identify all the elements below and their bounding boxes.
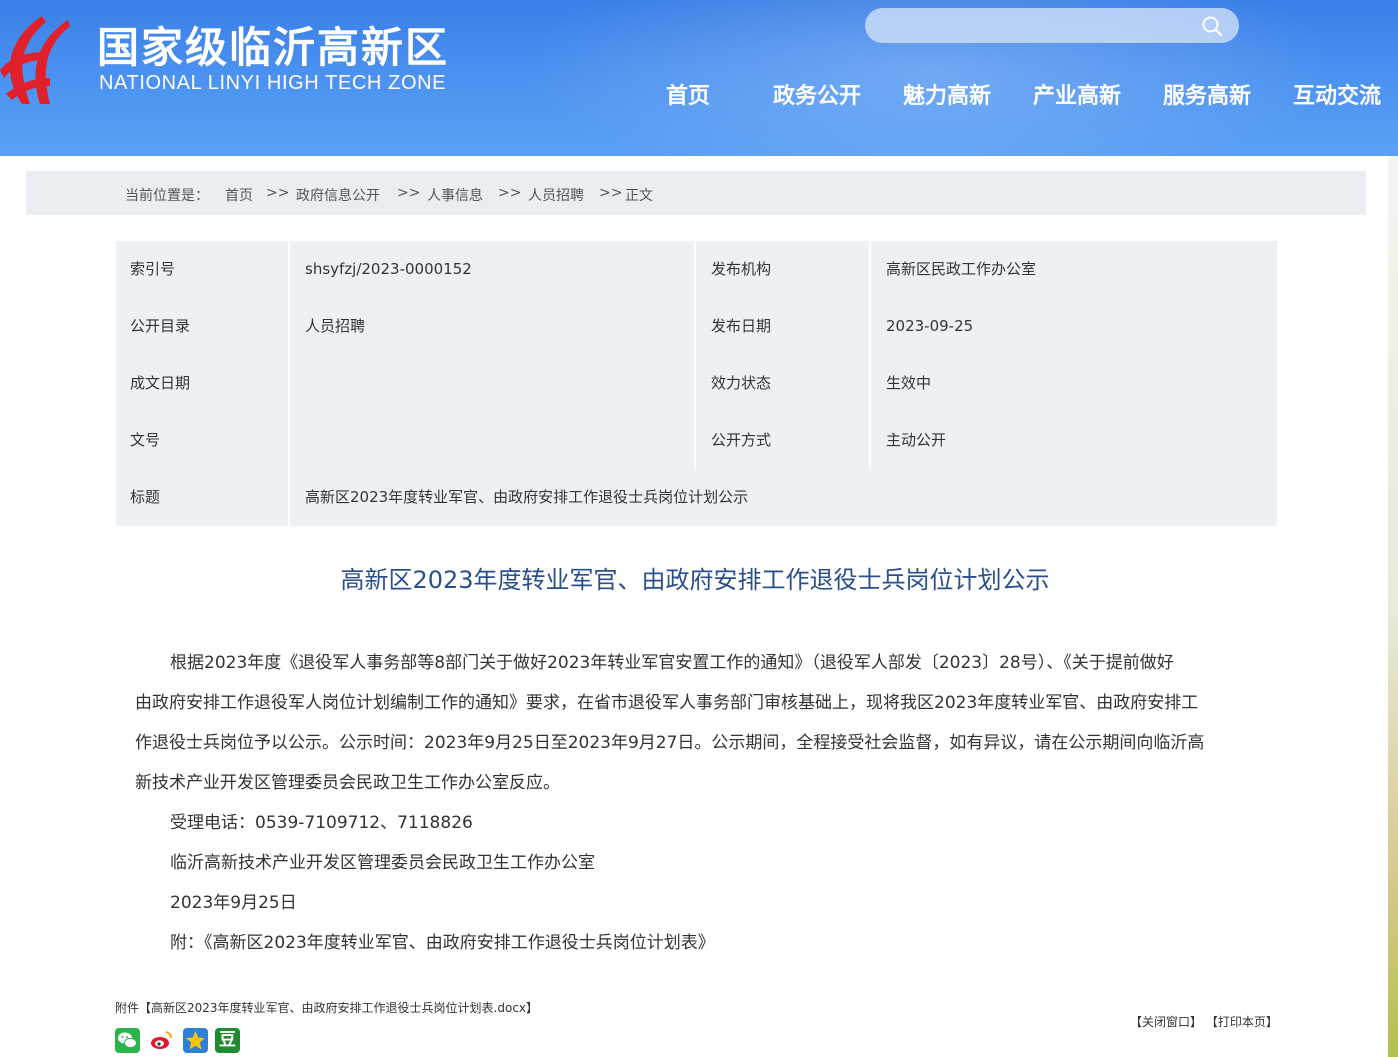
- meta-key: 效力状态: [696, 355, 871, 412]
- douban-icon[interactable]: 豆: [215, 1028, 240, 1053]
- nav-charm[interactable]: 魅力高新: [903, 78, 991, 110]
- contact-phone: 受理电话：0539-7109712、7118826: [170, 813, 473, 833]
- meta-value: 高新区民政工作办公室: [871, 241, 1277, 298]
- meta-key: 公开方式: [696, 412, 871, 469]
- nav-services[interactable]: 服务高新: [1163, 78, 1251, 110]
- nav-interaction[interactable]: 互动交流: [1293, 78, 1381, 110]
- attachment: 附件【高新区2023年度转业军官、由政府安排工作退役士兵岗位计划表.docx】: [115, 999, 538, 1016]
- page-actions: 【关闭窗口】 【打印本页】: [1130, 1013, 1278, 1030]
- meta-key: 标题: [116, 469, 290, 526]
- breadcrumb-current: 正文: [625, 188, 653, 204]
- main-nav: 首页 政务公开 魅力高新 产业高新 服务高新 互动交流: [0, 78, 1398, 112]
- article-title: 高新区2023年度转业军官、由政府安排工作退役士兵岗位计划公示: [340, 566, 1050, 594]
- meta-key: 成文日期: [116, 355, 290, 412]
- breadcrumb-home[interactable]: 首页: [225, 185, 253, 205]
- meta-key: 公开目录: [116, 298, 290, 355]
- appendix-note: 附：《高新区2023年度转业军官、由政府安排工作退役士兵岗位计划表》: [170, 933, 715, 953]
- meta-value: 主动公开: [871, 412, 1277, 469]
- body-line: 根据2023年度《退役军人事务部等8部门关于做好2023年转业军官安置工作的通知…: [170, 653, 1174, 673]
- nav-home[interactable]: 首页: [666, 78, 710, 110]
- meta-value: 2023-09-25: [871, 298, 1277, 355]
- meta-key: 发布机构: [696, 241, 871, 298]
- weibo-icon[interactable]: [149, 1028, 174, 1053]
- site-title: 国家级临沂高新区: [97, 23, 450, 72]
- table-row: 索引号 shsyfzj/2023-0000152 发布机构 高新区民政工作办公室: [116, 241, 1277, 298]
- issue-date: 2023年9月25日: [170, 893, 297, 913]
- article-body: 根据2023年度《退役军人事务部等8部门关于做好2023年转业军官安置工作的通知…: [135, 643, 1257, 963]
- site-header: 国家级临沂高新区 NATIONAL LINYI HIGH TECH ZONE 首…: [0, 0, 1398, 156]
- table-row: 文号 公开方式 主动公开: [116, 412, 1277, 469]
- nav-government-affairs[interactable]: 政务公开: [773, 78, 861, 110]
- body-line: 由政府安排工作退役军人岗位计划编制工作的通知》要求，在省市退役军人事务部门审核基…: [135, 693, 1199, 713]
- breadcrumb-separator: >>: [498, 185, 522, 201]
- meta-value: [290, 412, 696, 469]
- body-line: 新技术产业开发区管理委员会民政卫生工作办公室反应。: [135, 773, 560, 793]
- breadcrumb-prefix: 当前位置是：: [125, 188, 209, 204]
- print-page-link[interactable]: 【打印本页】: [1206, 1015, 1278, 1029]
- meta-key: 索引号: [116, 241, 290, 298]
- meta-value: shsyfzj/2023-0000152: [290, 241, 696, 298]
- table-row: 成文日期 效力状态 生效中: [116, 355, 1277, 412]
- document-meta-table: 索引号 shsyfzj/2023-0000152 发布机构 高新区民政工作办公室…: [116, 241, 1277, 526]
- meta-value: 高新区2023年度转业军官、由政府安排工作退役士兵岗位计划公示: [290, 469, 1277, 526]
- qzone-icon[interactable]: [183, 1028, 208, 1053]
- breadcrumb: 当前位置是： 首页 >> 政府信息公开 >> 人事信息 >> 人员招聘 >> 正…: [26, 171, 1366, 215]
- breadcrumb-separator: >>: [397, 185, 421, 201]
- meta-value: 人员招聘: [290, 298, 696, 355]
- issuing-office: 临沂高新技术产业开发区管理委员会民政卫生工作办公室: [170, 853, 595, 873]
- meta-key: 文号: [116, 412, 290, 469]
- attachment-label: 附件: [115, 1001, 140, 1015]
- search-input[interactable]: [879, 14, 1179, 37]
- table-row: 公开目录 人员招聘 发布日期 2023-09-25: [116, 298, 1277, 355]
- breadcrumb-recruitment[interactable]: 人员招聘: [528, 185, 584, 205]
- table-row: 标题 高新区2023年度转业军官、由政府安排工作退役士兵岗位计划公示: [116, 469, 1277, 526]
- background-edge: [1388, 156, 1398, 1057]
- close-window-link[interactable]: 【关闭窗口】: [1130, 1015, 1202, 1029]
- search-icon[interactable]: [1201, 15, 1223, 37]
- body-line: 作退役士兵岗位予以公示。公示时间：2023年9月25日至2023年9月27日。公…: [135, 733, 1205, 753]
- breadcrumb-personnel[interactable]: 人事信息: [427, 185, 483, 205]
- wechat-icon[interactable]: [115, 1028, 140, 1053]
- search-box: [865, 8, 1239, 43]
- nav-industry[interactable]: 产业高新: [1033, 78, 1121, 110]
- meta-value: 生效中: [871, 355, 1277, 412]
- breadcrumb-separator: >>: [266, 185, 290, 201]
- attachment-link[interactable]: 【高新区2023年度转业军官、由政府安排工作退役士兵岗位计划表.docx】: [139, 1001, 538, 1015]
- breadcrumb-separator: >>: [599, 185, 623, 201]
- breadcrumb-gov-info[interactable]: 政府信息公开: [296, 185, 380, 205]
- meta-value: [290, 355, 696, 412]
- meta-key: 发布日期: [696, 298, 871, 355]
